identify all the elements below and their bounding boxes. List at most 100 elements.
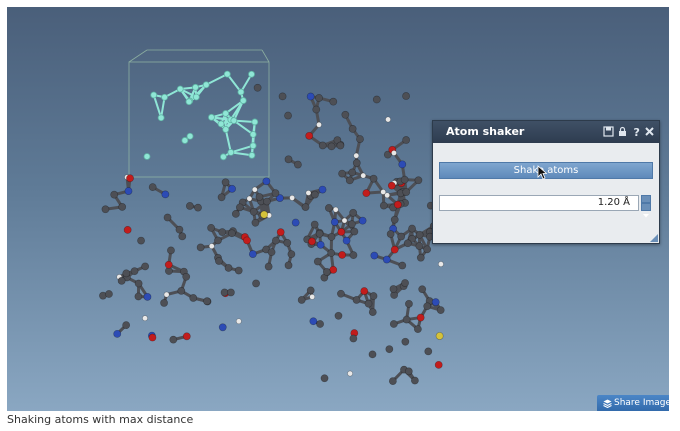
- carbon-atom: [221, 178, 230, 187]
- oxygen-atom: [390, 245, 399, 254]
- carbon-atom: [410, 376, 419, 385]
- oxygen-atom: [308, 237, 316, 246]
- carbon-atom: [214, 236, 222, 245]
- spin-down-button[interactable]: [641, 203, 651, 218]
- carbon-atom: [148, 183, 157, 192]
- selected-atom: [217, 120, 225, 128]
- oxygen-atom: [387, 181, 396, 190]
- carbon-atom: [215, 257, 223, 265]
- carbon-atom: [163, 213, 172, 222]
- panel-header[interactable]: Atom shaker ?: [433, 121, 659, 143]
- carbon-atom: [329, 97, 338, 106]
- selected-atom: [227, 148, 235, 156]
- carbon-atom: [356, 135, 364, 143]
- carbon-atom: [386, 230, 395, 238]
- carbon-atom: [122, 269, 131, 278]
- carbon-atom: [182, 272, 191, 281]
- selected-atom: [202, 81, 210, 89]
- carbon-atom: [251, 218, 260, 227]
- carbon-atom: [137, 236, 145, 245]
- carbon-atom: [306, 286, 315, 295]
- hydrogen-atom: [208, 243, 215, 250]
- share-image-button[interactable]: Share Image: [597, 395, 669, 411]
- hydrogen-atom: [142, 315, 148, 322]
- carbon-atom: [401, 337, 410, 346]
- hydrogen-atom: [163, 291, 170, 298]
- carbon-atom: [226, 288, 235, 297]
- carbon-atom: [236, 203, 244, 212]
- carbon-atom: [284, 111, 292, 120]
- carbon-atom: [271, 189, 280, 198]
- carbon-atom: [177, 287, 186, 295]
- spin-up-button[interactable]: [641, 195, 651, 210]
- nitrogen-atom: [342, 236, 351, 245]
- carbon-atom: [105, 290, 113, 298]
- resize-grip-icon[interactable]: [650, 234, 658, 242]
- atom-shaker-panel: Atom shaker ? Shake atoms 1.20 Å: [432, 120, 660, 244]
- carbon-atom: [405, 299, 413, 308]
- carbon-atom: [408, 224, 416, 233]
- carbon-atom: [185, 202, 194, 210]
- nitrogen-atom: [330, 218, 339, 226]
- carbon-atom: [369, 174, 378, 183]
- molecular-viewport[interactable]: Atom shaker ? Shake atoms 1.20 Å Share I…: [7, 7, 669, 411]
- oxygen-atom: [243, 236, 251, 245]
- carbon-atom: [196, 243, 205, 252]
- carbon-atom: [218, 228, 227, 237]
- carbon-atom: [402, 92, 410, 100]
- hydrogen-atom: [347, 370, 353, 377]
- carbon-atom: [175, 225, 184, 234]
- hydrogen-atom: [341, 217, 348, 224]
- selected-atom: [251, 118, 259, 126]
- oxygen-atom: [164, 260, 173, 269]
- carbon-atom: [267, 248, 276, 257]
- carbon-atom: [301, 203, 310, 211]
- carbon-atom: [402, 136, 411, 144]
- oxygen-atom: [305, 131, 314, 140]
- hydrogen-atom: [332, 206, 339, 213]
- carbon-atom: [402, 315, 411, 324]
- carbon-atom: [341, 110, 350, 119]
- carbon-atom: [389, 320, 398, 328]
- carbon-atom: [402, 188, 411, 196]
- carbon-atom: [318, 141, 327, 150]
- hydrogen-atom: [384, 192, 391, 199]
- layers-icon: [603, 399, 612, 408]
- selected-atom: [143, 153, 151, 160]
- selected-bond: [152, 94, 163, 119]
- carbon-atom: [294, 160, 302, 169]
- hydrogen-atom: [316, 121, 322, 128]
- selected-atom: [192, 93, 200, 101]
- carbon-atom: [118, 203, 127, 211]
- lock-icon[interactable]: [617, 126, 628, 137]
- nitrogen-atom: [143, 292, 152, 301]
- carbon-atom: [101, 205, 110, 214]
- carbon-atom: [338, 169, 347, 178]
- oxygen-atom: [148, 333, 157, 342]
- carbon-atom: [141, 262, 150, 271]
- carbon-atom: [263, 197, 271, 206]
- selected-atom: [220, 153, 227, 161]
- carbon-atom: [389, 285, 398, 293]
- save-icon[interactable]: [603, 126, 614, 137]
- help-icon[interactable]: ?: [631, 126, 642, 137]
- selected-atom: [186, 132, 194, 140]
- carbon-atom: [227, 229, 236, 238]
- selected-atom: [230, 117, 238, 124]
- carbon-atom: [349, 208, 358, 217]
- carbon-atom: [345, 176, 354, 185]
- nitrogen-atom: [318, 185, 327, 194]
- max-distance-input[interactable]: 1.20 Å: [439, 195, 639, 211]
- nitrogen-atom: [124, 187, 133, 195]
- nitrogen-atom: [306, 92, 315, 101]
- carbon-atom: [397, 232, 406, 241]
- close-icon[interactable]: [644, 126, 655, 137]
- carbon-atom: [368, 308, 377, 317]
- carbon-atom: [388, 377, 397, 385]
- selected-atom: [249, 131, 257, 138]
- selected-atom: [223, 70, 231, 78]
- hydrogen-atom: [391, 150, 397, 156]
- nitrogen-atom: [316, 240, 325, 249]
- carbon-atom: [320, 374, 329, 383]
- carbon-atom: [347, 220, 356, 229]
